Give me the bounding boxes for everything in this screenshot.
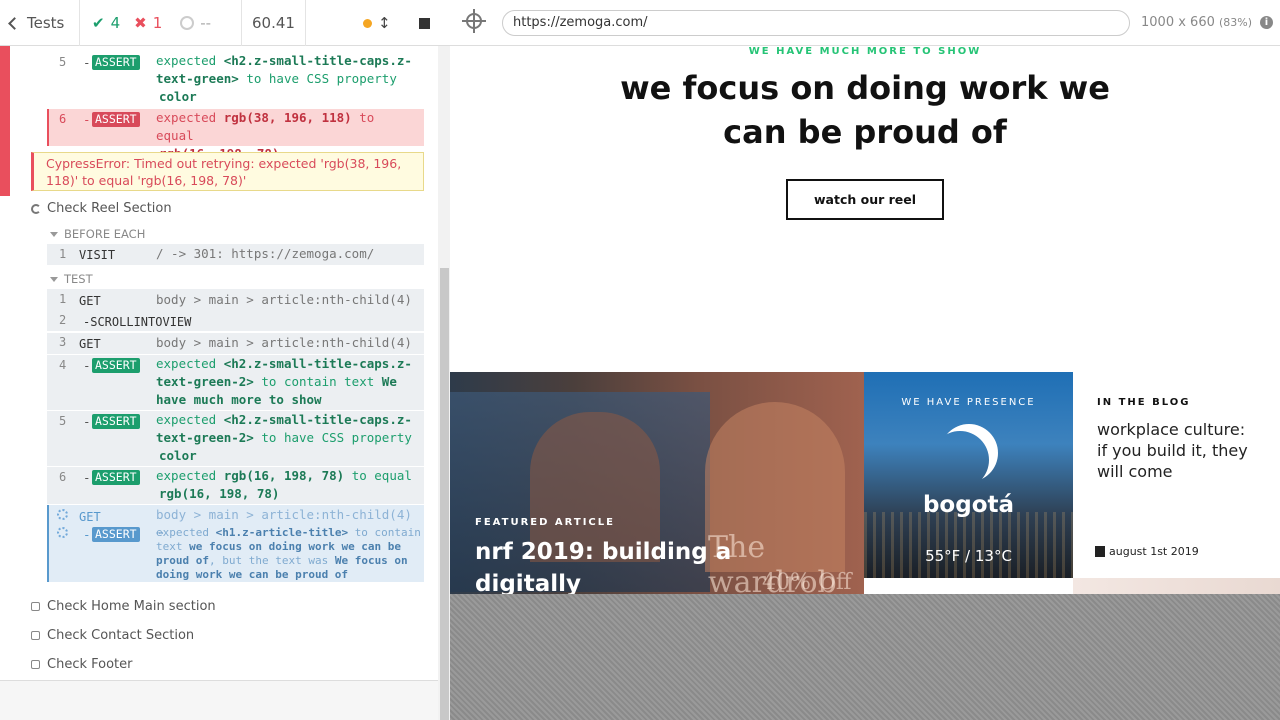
pending-count[interactable]: -- [180,14,211,32]
presence-card[interactable]: WE HAVE PRESENCE bogotá 55°F / 13°C [864,372,1073,578]
command-row-visit[interactable]: 1 VISIT / -> 301: https://zemoga.com/ [47,244,424,265]
app-viewport: WE HAVE MUCH MORE TO SHOW we focus on do… [450,46,1280,594]
app-preview: https://zemoga.com/ 1000 x 660 (83%) i W… [450,0,1280,720]
info-icon[interactable]: i [1260,16,1273,29]
command-message: expected rgb(16, 198, 78) to equal rgb(1… [156,468,412,501]
assert-badge: ASSERT [92,55,140,70]
tests-label: Tests [27,14,65,32]
assert-badge: ASSERT [92,414,140,429]
pending-test-checkbox[interactable] [31,660,40,669]
test-title[interactable]: Check Footer [47,657,132,672]
test-title[interactable]: Check Contact Section [47,628,194,643]
failed-count[interactable]: ✖ 1 [134,14,162,32]
failed-test-indicator [0,46,10,196]
blog-title: workplace culture: if you build it, they… [1097,420,1248,481]
failed-command-row[interactable]: 6 - ASSERT expected rgb(38, 196, 118) to… [47,109,424,161]
city-name: bogotá [922,492,1015,518]
command-row-get[interactable]: 3 GET body > main > article:nth-child(4)… [47,333,424,365]
kicker-text: WE HAVE MUCH MORE TO SHOW [748,46,982,57]
duration: 60.41 [242,0,306,46]
reporter-footer [0,680,438,720]
blog-card[interactable]: IN THE BLOG workplace culture: if you bu… [1073,372,1280,578]
pending-test-checkbox[interactable] [31,602,40,611]
x-icon: ✖ [134,14,147,32]
pending-circle-icon [180,16,195,30]
caret-down-icon [50,277,58,282]
command-message: expected <h2.z-small-title-caps.z- text-… [156,356,412,407]
pending-command-row[interactable]: GET body > main > article:nth-child(4) …… [47,505,424,582]
auto-scroll-dot-icon [363,19,372,28]
test-title[interactable]: Check Home Main section [47,599,216,614]
featured-article-card[interactable]: The wardrob 40% Off FEATURED ARTICLE nrf… [450,372,864,594]
command-log: 5 - ASSERT expected <h2.z-small-title-ca… [0,46,438,680]
command-message: expected <h2.z-small-title-caps.z- text-… [156,412,412,463]
command-row-get[interactable]: 1 GET body > main > article:nth-child(4)… [47,289,424,331]
command-row-assert[interactable]: 6 - ASSERT expected rgb(16, 198, 78) to … [47,467,424,504]
stop-button[interactable] [419,18,430,29]
tests-back-button[interactable]: Tests [0,0,80,46]
assert-badge: ASSERT [92,358,140,373]
command-message: expected <h1.z-article-title> to contain… [156,526,421,581]
passed-count[interactable]: ✔ 4 [92,14,120,32]
viewport-overflow-area [450,594,1280,720]
page-headline: we focus on doing work we can be proud o… [620,69,1110,151]
featured-title: nrf 2019: building a digitally [475,539,732,594]
temperature: 55°F / 13°C [925,547,1012,565]
command-row[interactable]: 5 - ASSERT expected <h2.z-small-title-ca… [47,46,424,108]
pending-test-checkbox[interactable] [31,631,40,640]
caret-down-icon [50,232,58,237]
calendar-icon [1095,546,1105,557]
url-bar: https://zemoga.com/ 1000 x 660 (83%) i [450,0,1280,46]
command-row-assert[interactable]: 4 - ASSERT expected <h2.z-small-title-ca… [47,355,424,410]
reporter-panel: Tests ✔ 4 ✖ 1 -- 60.41 ↕ 5 - ASSERT expe… [0,0,450,720]
spinner-icon [57,509,68,520]
test-hook[interactable]: TEST [50,272,93,286]
moon-icon [940,424,998,482]
test-title-check-reel-section[interactable]: Check Reel Section [31,201,172,216]
assert-badge: ASSERT [92,470,140,485]
command-row-assert[interactable]: 5 - ASSERT expected <h2.z-small-title-ca… [47,411,424,466]
assert-badge: ASSERT [92,112,140,127]
command-message: expected <h2.z-small-title-caps.z- text-… [156,53,412,104]
refresh-icon [31,203,41,214]
check-icon: ✔ [92,14,105,32]
spinner-icon [57,527,68,538]
viewport-size: 1000 x 660 (83%) [1141,15,1253,30]
watch-reel-button[interactable]: watch our reel [786,179,944,220]
assert-badge: ASSERT [92,527,140,542]
url-input[interactable]: https://zemoga.com/ [502,10,1130,36]
scrollbar-thumb[interactable] [440,268,449,720]
auto-scroll-toggle-icon[interactable]: ↕ [378,14,391,32]
chevron-left-icon [8,16,21,30]
reporter-header: Tests ✔ 4 ✖ 1 -- 60.41 ↕ [0,0,450,46]
error-message: CypressError: Timed out retrying: expect… [31,152,424,191]
before-each-hook[interactable]: BEFORE EACH [50,227,145,241]
blog-date: august 1st 2019 [1095,545,1199,558]
